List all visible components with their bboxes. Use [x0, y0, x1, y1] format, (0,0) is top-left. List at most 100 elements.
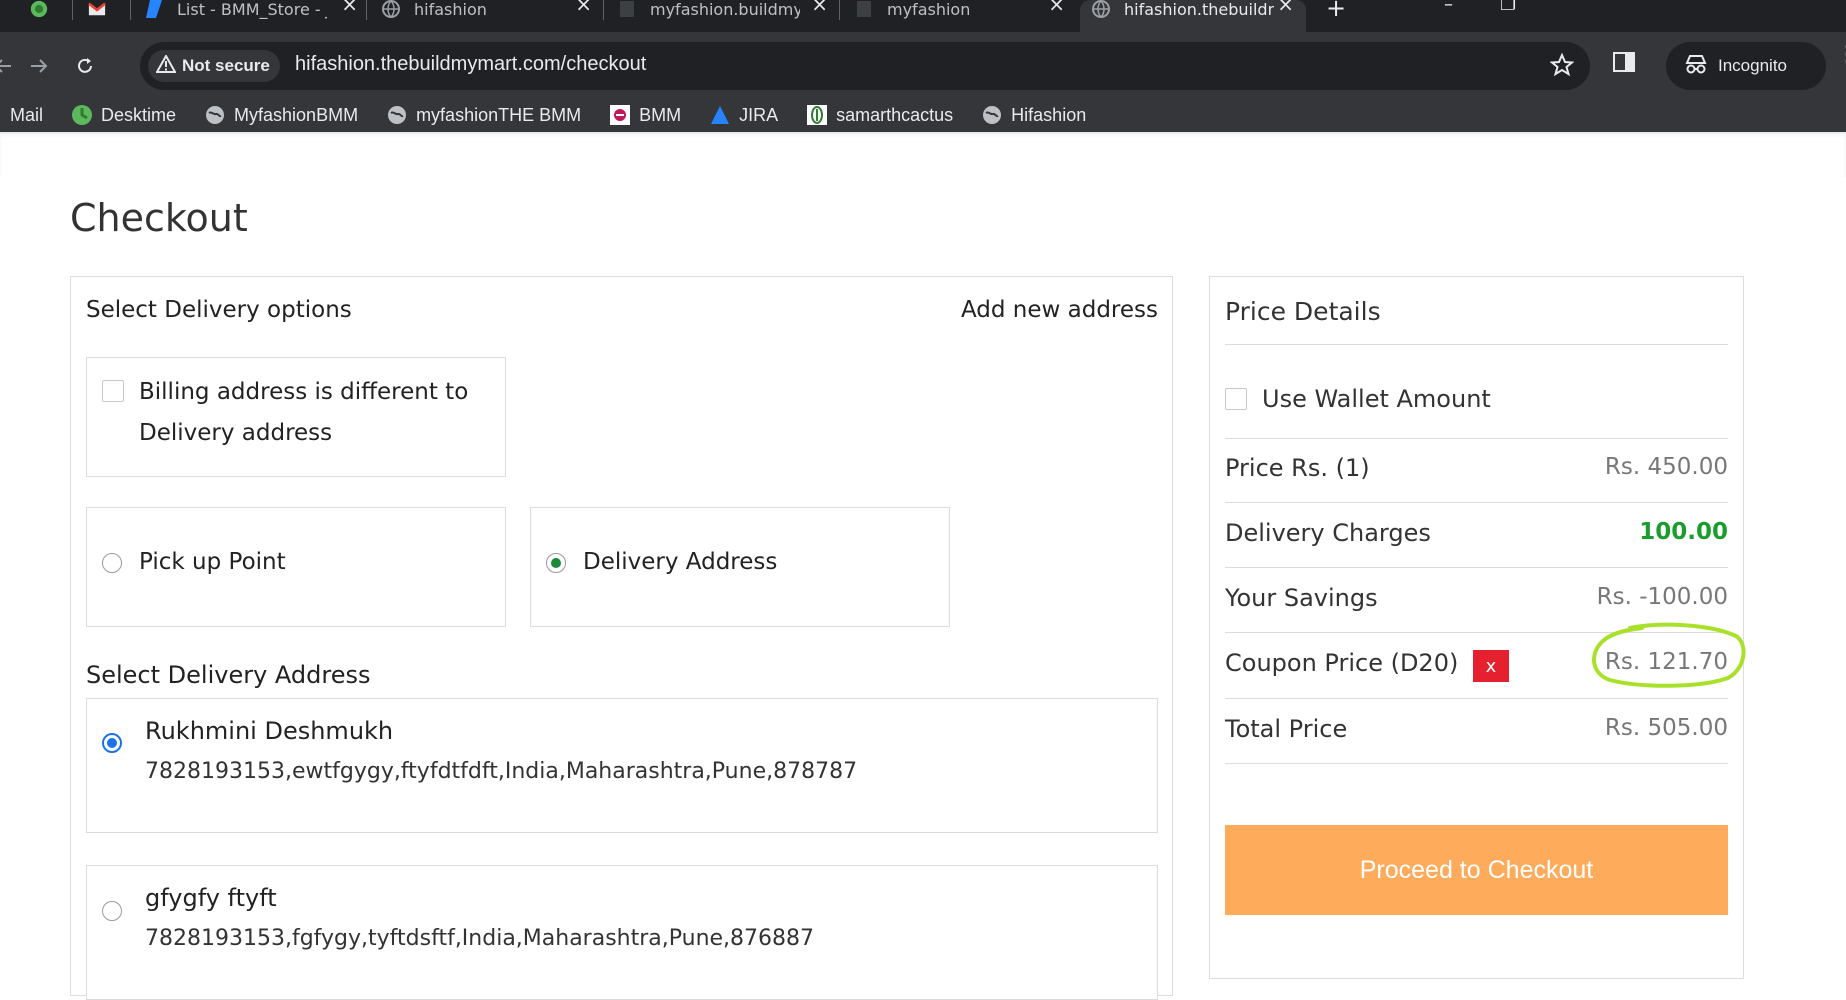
gmail-icon [88, 0, 106, 18]
restore-icon[interactable]: ❐ [1500, 0, 1516, 15]
globe-icon [382, 0, 400, 18]
address-detail: 7828193153,ewtfgygy,ftyfdtfdft,India,Mah… [145, 759, 858, 784]
bookmark-star-icon[interactable] [1549, 52, 1575, 81]
incognito-chip[interactable]: Incognito [1666, 42, 1826, 90]
billing-different-label-line2: Delivery address [139, 420, 333, 446]
browser-toolbar: Not secure hifashion.thebuildmymart.com/… [0, 32, 1846, 132]
tab-desktime[interactable] [30, 0, 90, 32]
address-radio[interactable] [102, 901, 122, 921]
add-new-address-link[interactable]: Add new address [961, 297, 1158, 323]
bookmark-label: samarthcactus [836, 104, 954, 125]
delivery-address-label: Delivery Address [583, 549, 778, 575]
tab-title: myfashion.buildmymart [650, 0, 800, 19]
close-icon[interactable]: × [341, 0, 358, 16]
globe-icon [981, 104, 1003, 126]
url-text[interactable]: hifashion.thebuildmymart.com/checkout [295, 53, 646, 76]
side-panel-icon[interactable] [1612, 51, 1636, 77]
delivery-address-radio[interactable] [546, 553, 566, 573]
page-icon [618, 0, 636, 18]
close-icon[interactable]: × [1277, 0, 1294, 16]
tab-jira-list[interactable]: List - BMM_Store - Jira × [145, 0, 370, 32]
bookmark-label: MyfashionBMM [234, 104, 359, 125]
delivery-options-title: Select Delivery options [86, 297, 352, 323]
highlight-circle-annotation [1592, 622, 1746, 688]
address-card[interactable]: Rukhmini Deshmukh 7828193153,ewtfgygy,ft… [86, 698, 1158, 833]
use-wallet-checkbox[interactable] [1225, 388, 1247, 410]
desktime-icon [30, 0, 48, 18]
proceed-to-checkout-button[interactable]: Proceed to Checkout [1225, 825, 1728, 915]
tab-hifashion[interactable]: hifashion × [382, 0, 604, 32]
bookmark-myfashionbmm[interactable]: MyfashionBMM [204, 104, 358, 126]
bookmark-jira[interactable]: JIRA [709, 104, 778, 126]
reload-icon[interactable] [68, 49, 102, 83]
your-savings-value: Rs. -100.00 [1596, 584, 1728, 610]
price-value: Rs. 450.00 [1604, 454, 1728, 480]
site-header-strip [0, 132, 1846, 177]
incognito-label: Incognito [1718, 56, 1787, 75]
desktime-icon [71, 104, 93, 126]
select-delivery-address-title: Select Delivery Address [86, 661, 371, 689]
cactus-icon [806, 104, 828, 126]
price-label: Price Rs. (1) [1225, 454, 1370, 482]
jira-icon [145, 0, 163, 18]
globe-icon [204, 104, 226, 126]
pickup-point-label: Pick up Point [139, 549, 286, 575]
price-details-title: Price Details [1225, 297, 1381, 326]
coupon-price-label: Coupon Price (D20) [1225, 649, 1459, 677]
billing-different-checkbox[interactable] [102, 380, 124, 402]
globe-icon [1092, 0, 1110, 18]
jira-icon [709, 104, 731, 126]
close-icon[interactable]: × [811, 0, 828, 16]
pickup-point-radio[interactable] [102, 553, 122, 573]
use-wallet-label: Use Wallet Amount [1262, 385, 1491, 413]
bookmarks-bar: Mail Desktime MyfashionBMM myfashionTHE … [0, 100, 1114, 130]
delivery-options-card: Select Delivery options Add new address … [70, 276, 1173, 1000]
tab-title: hifashion.thebuildmymart [1124, 0, 1274, 19]
bookmark-label: BMM [639, 104, 682, 125]
forward-icon[interactable] [22, 49, 56, 83]
bmm-icon [609, 104, 631, 126]
address-bar[interactable]: Not secure hifashion.thebuildmymart.com/… [140, 42, 1590, 90]
address-radio[interactable] [102, 733, 122, 753]
delivery-charges-value: 100.00 [1639, 519, 1728, 545]
security-label: Not secure [182, 56, 270, 75]
address-card[interactable]: gfygfy ftyft 7828193153,fgfygy,tyftdsftf… [86, 865, 1158, 1000]
menu-icon[interactable]: ⋮ [1836, 44, 1846, 66]
your-savings-label: Your Savings [1225, 584, 1378, 612]
address-name: gfygfy ftyft [145, 884, 277, 912]
tab-title: hifashion [414, 0, 487, 19]
bookmark-hifashion[interactable]: Hifashion [981, 104, 1086, 126]
bookmark-samarthcactus[interactable]: samarthcactus [806, 104, 953, 126]
close-icon[interactable]: × [1048, 0, 1065, 16]
billing-different-label: Billing address is different to [139, 379, 469, 405]
minimize-icon[interactable]: – [1444, 0, 1453, 15]
incognito-icon [1684, 53, 1708, 80]
close-icon[interactable]: × [575, 0, 592, 16]
billing-different-option[interactable]: Billing address is different to Delivery… [86, 357, 506, 477]
new-tab-icon[interactable]: + [1326, 0, 1346, 22]
remove-coupon-button[interactable]: x [1473, 650, 1509, 682]
delivery-address-option[interactable]: Delivery Address [530, 507, 950, 627]
bookmark-myfashionthebmm[interactable]: myfashionTHE BMM [386, 104, 581, 126]
back-icon[interactable] [0, 49, 20, 83]
tab-hifashion-thebuildmymart[interactable]: hifashion.thebuildmymart × [1080, 0, 1306, 32]
address-name: Rukhmini Deshmukh [145, 717, 394, 745]
bookmark-mail[interactable]: Mail [10, 105, 43, 126]
address-detail: 7828193153,fgfygy,tyftdsftf,India,Mahara… [145, 926, 815, 951]
tab-myfashion-buildmymart[interactable]: myfashion.buildmymart × [618, 0, 840, 32]
total-price-value: Rs. 505.00 [1604, 715, 1728, 741]
bookmark-label: Mail [10, 104, 44, 125]
bookmark-bmm[interactable]: BMM [609, 104, 681, 126]
page-title: Checkout [70, 196, 248, 240]
bookmark-desktime[interactable]: Desktime [71, 104, 176, 126]
bookmark-label: myfashionTHE BMM [416, 104, 582, 125]
tab-myfashion[interactable]: myfashion × [855, 0, 1077, 32]
tab-title: List - BMM_Store - Jira [177, 0, 327, 19]
globe-icon [386, 104, 408, 126]
page-icon [855, 0, 873, 18]
browser-tab-strip: List - BMM_Store - Jira × hifashion × my… [0, 0, 1846, 32]
security-chip[interactable]: Not secure [148, 50, 280, 82]
tab-title: myfashion [887, 0, 971, 19]
warning-icon [155, 53, 177, 78]
pickup-point-option[interactable]: Pick up Point [86, 507, 506, 627]
